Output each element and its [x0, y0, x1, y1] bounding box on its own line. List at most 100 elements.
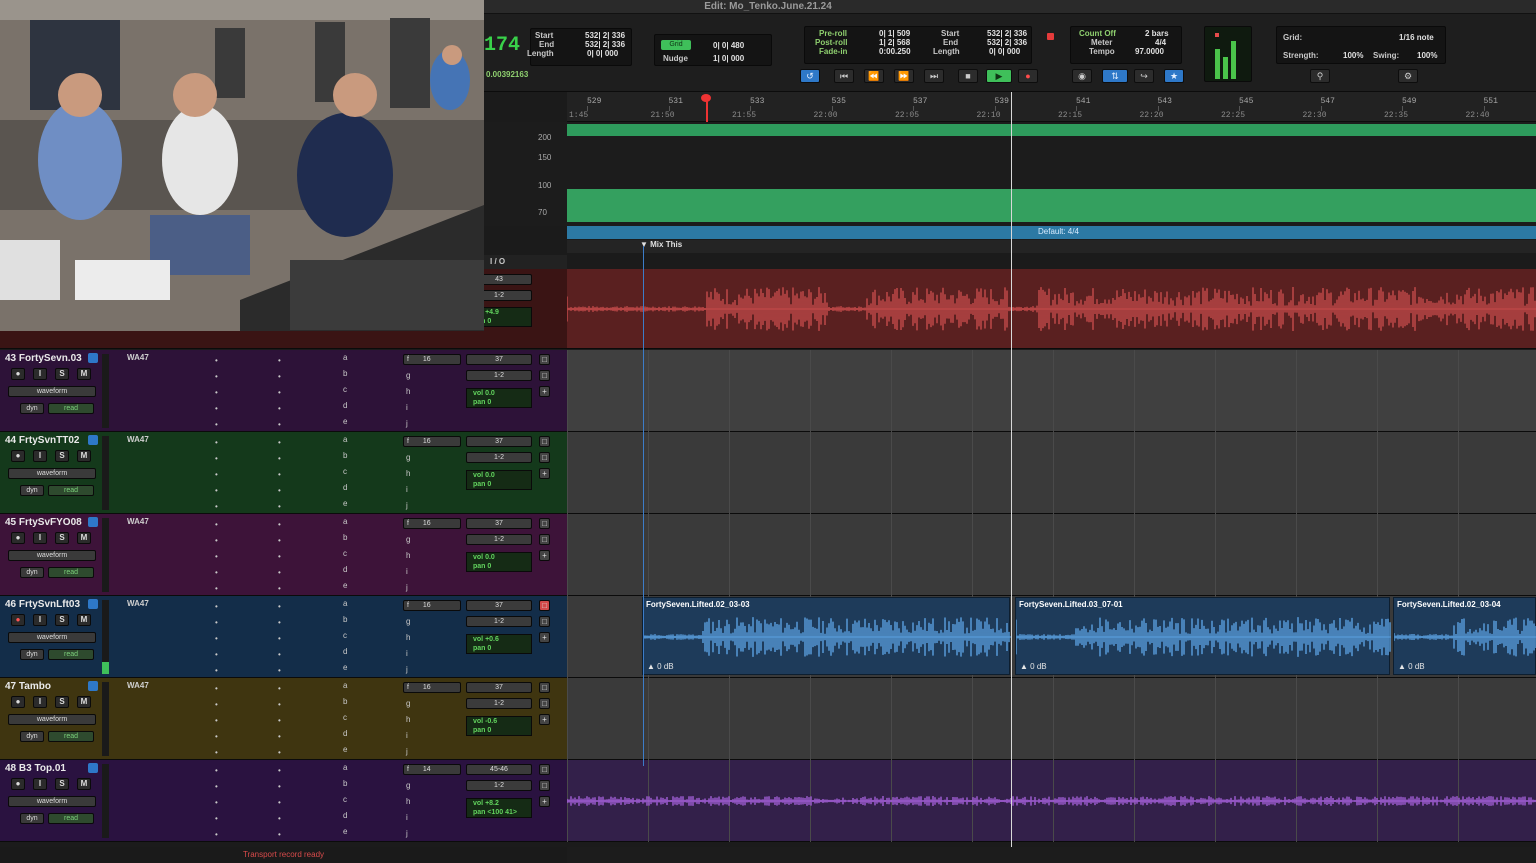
track-lane[interactable]: [567, 514, 1536, 596]
automation-mode[interactable]: read: [48, 731, 94, 742]
solo-button[interactable]: S: [55, 614, 69, 626]
audio-clip[interactable]: FortySeven.Lifted.02_03-03 ▲ 0 dB: [642, 597, 1011, 675]
insert-dot[interactable]: •: [278, 420, 281, 429]
insert-dot[interactable]: •: [215, 388, 218, 397]
automation-mode[interactable]: read: [48, 403, 94, 414]
track-output-window-icon[interactable]: □: [539, 436, 550, 447]
track-view-selector[interactable]: waveform: [8, 714, 96, 725]
insert-slot-letter[interactable]: a: [343, 517, 347, 526]
track-lane[interactable]: FortySeven.Lifted.02_03-03 ▲ 0 dB FortyS…: [567, 596, 1536, 678]
insert-slot-letter[interactable]: c: [343, 467, 347, 476]
track-list-icon[interactable]: □: [539, 370, 550, 381]
insert-dot[interactable]: •: [215, 536, 218, 545]
track-input[interactable]: 45-46: [466, 764, 532, 775]
track-lane[interactable]: [567, 678, 1536, 760]
record-arm-icon[interactable]: ●: [11, 614, 25, 626]
solo-button[interactable]: S: [55, 368, 69, 380]
length-value[interactable]: 0| 0| 000: [587, 49, 618, 58]
play-icon[interactable]: ▶: [986, 69, 1012, 83]
track-output[interactable]: 1-2: [466, 370, 532, 381]
track-volume[interactable]: vol +8.2 pan <100 41>: [466, 798, 532, 818]
insert-dot[interactable]: •: [278, 650, 281, 659]
track-output[interactable]: 1-2: [466, 780, 532, 791]
mute-button[interactable]: M: [77, 450, 91, 462]
track-list-icon[interactable]: □: [539, 452, 550, 463]
add-lane-icon[interactable]: +: [539, 796, 550, 807]
insert-slot[interactable]: WA47: [127, 353, 149, 362]
send-slot-letter[interactable]: j: [406, 583, 408, 592]
fast-forward-icon[interactable]: ⏩: [894, 69, 914, 83]
automation-mode[interactable]: read: [48, 649, 94, 660]
insert-dot[interactable]: •: [215, 814, 218, 823]
insert-slot-letter[interactable]: a: [343, 681, 347, 690]
track-row[interactable]: 45 FrtySvFYO08 ● I S M waveform dyn read WA…: [0, 514, 567, 596]
insert-dot[interactable]: •: [278, 372, 281, 381]
insert-dot[interactable]: •: [278, 798, 281, 807]
grid-value[interactable]: 0| 0| 480: [713, 41, 744, 50]
insert-dot[interactable]: •: [278, 634, 281, 643]
track-lane[interactable]: [567, 760, 1536, 842]
send-slot-letter[interactable]: h: [406, 715, 410, 724]
countoff-value[interactable]: 2 bars: [1145, 29, 1169, 38]
track-volume[interactable]: vol -0.6 pan 0: [466, 716, 532, 736]
insert-slot-letter[interactable]: c: [343, 631, 347, 640]
insert-dot[interactable]: •: [215, 486, 218, 495]
send-fader[interactable]: f 16: [403, 518, 461, 529]
send-slot-letter[interactable]: i: [406, 813, 408, 822]
track-output-window-icon[interactable]: □: [539, 354, 550, 365]
preroll-value[interactable]: 0| 1| 509: [879, 29, 910, 38]
send-slot-letter[interactable]: h: [406, 551, 410, 560]
insert-slot-letter[interactable]: d: [343, 565, 347, 574]
mute-button[interactable]: M: [77, 368, 91, 380]
track-lane[interactable]: [567, 350, 1536, 432]
add-lane-icon[interactable]: +: [539, 714, 550, 725]
send-slot-letter[interactable]: i: [406, 403, 408, 412]
send-slot-letter[interactable]: g: [406, 453, 410, 462]
loop-icon[interactable]: ↺: [800, 69, 820, 83]
insert-slot-letter[interactable]: b: [343, 451, 347, 460]
insert-slot-letter[interactable]: c: [343, 713, 347, 722]
track-color-chip[interactable]: [88, 517, 98, 527]
record-button-icon[interactable]: ●: [1018, 69, 1038, 83]
send-slot-letter[interactable]: h: [406, 469, 410, 478]
insert-dot[interactable]: •: [278, 782, 281, 791]
input-monitor-button[interactable]: I: [33, 614, 47, 626]
track-name[interactable]: 45 FrtySvFYO08: [5, 517, 82, 528]
insert-slot-letter[interactable]: b: [343, 369, 347, 378]
insert-dot[interactable]: •: [278, 684, 281, 693]
track-name[interactable]: 48 B3 Top.01: [5, 763, 66, 774]
insert-slot-letter[interactable]: a: [343, 763, 347, 772]
timeline-rulers[interactable]: 529 1:45 531 21:50 533 21:55 535 22:00 537 22:05 5…: [567, 92, 1536, 122]
track-list-icon[interactable]: □: [539, 698, 550, 709]
go-to-end-icon[interactable]: ⏭: [924, 69, 944, 83]
record-arm-icon[interactable]: ●: [11, 532, 25, 544]
mute-button[interactable]: M: [77, 778, 91, 790]
clip-gain[interactable]: ▲ 0 dB: [1398, 662, 1425, 671]
record-arm-icon[interactable]: ●: [11, 368, 25, 380]
track-color-chip[interactable]: [88, 763, 98, 773]
insert-dot[interactable]: •: [215, 502, 218, 511]
track-name[interactable]: 43 FortySevn.03: [5, 353, 82, 364]
dyn-button[interactable]: dyn: [20, 731, 44, 742]
send-slot-letter[interactable]: j: [406, 829, 408, 838]
send-slot-letter[interactable]: i: [406, 731, 408, 740]
tl-length-value[interactable]: 0| 0| 000: [989, 47, 1020, 56]
insert-slot-letter[interactable]: a: [343, 353, 347, 362]
track-list-icon[interactable]: □: [539, 780, 550, 791]
stop-icon[interactable]: ■: [958, 69, 978, 83]
tl-end-value[interactable]: 532| 2| 336: [987, 38, 1027, 47]
insert-slot-letter[interactable]: d: [343, 401, 347, 410]
input-monitor-button[interactable]: I: [33, 450, 47, 462]
audio-clip[interactable]: FortySeven.Lifted.03_07-01 ▲ 0 dB: [1015, 597, 1391, 675]
postroll-value[interactable]: 1| 2| 568: [879, 38, 910, 47]
input-monitor-button[interactable]: I: [33, 368, 47, 380]
track-input[interactable]: 37: [466, 682, 532, 693]
insert-dot[interactable]: •: [215, 716, 218, 725]
insert-dot[interactable]: •: [215, 372, 218, 381]
track-output-window-icon[interactable]: □: [539, 682, 550, 693]
add-lane-icon[interactable]: +: [539, 386, 550, 397]
send-slot-letter[interactable]: j: [406, 665, 408, 674]
insert-dot[interactable]: •: [215, 830, 218, 839]
fadein-value[interactable]: 0:00.250: [879, 47, 911, 56]
meter-value[interactable]: 4/4: [1155, 38, 1166, 47]
